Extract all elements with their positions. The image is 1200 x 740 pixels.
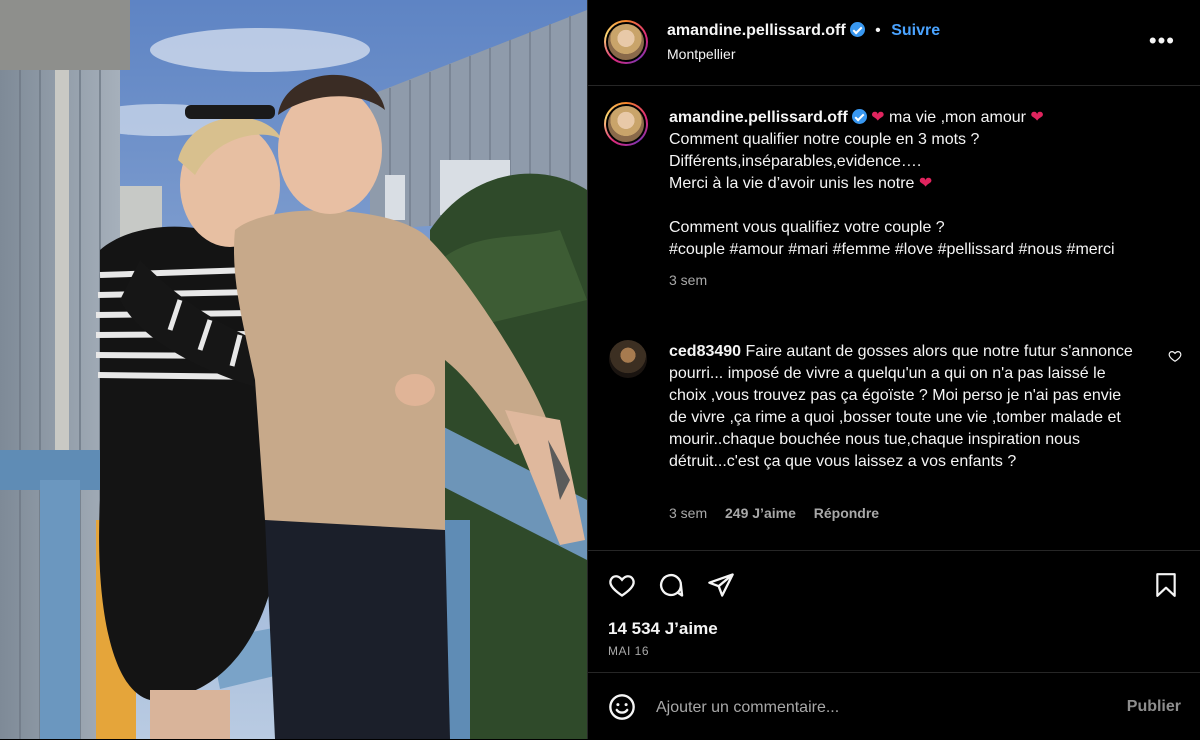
post-caption: amandine.pellissard.off ❤ ma vie ,mon am… <box>669 107 1149 291</box>
comment-item: ced83490 Faire autant de gosses alors qu… <box>669 341 1139 473</box>
add-comment-bar: Ajouter un commentaire... Publier <box>588 672 1200 740</box>
caption-text-3: Différents,inséparables,evidence…. <box>669 153 922 170</box>
emoji-icon[interactable] <box>608 693 636 721</box>
post-detail-panel: amandine.pellissard.off • Suivre Montpel… <box>587 0 1200 739</box>
caption-text-2: Comment qualifier notre couple en 3 mots… <box>669 131 980 148</box>
more-options-icon[interactable]: ••• <box>1149 28 1175 54</box>
caption-hashtags[interactable]: #couple #amour #mari #femme #love #pelli… <box>669 239 1129 261</box>
post-photo[interactable] <box>0 0 587 739</box>
post-header: amandine.pellissard.off • Suivre Montpel… <box>588 0 1200 86</box>
author-username[interactable]: amandine.pellissard.off <box>667 22 846 39</box>
caption-text-4: Merci à la vie d’avoir unis les notre <box>669 175 915 192</box>
publish-button[interactable]: Publier <box>1127 698 1181 716</box>
separator-dot: • <box>875 22 881 39</box>
commenter-avatar[interactable] <box>609 340 647 378</box>
comment-heart-icon[interactable] <box>1168 349 1182 363</box>
comment-input[interactable]: Ajouter un commentaire... <box>656 699 839 717</box>
caption-author-avatar[interactable] <box>604 102 648 146</box>
author-line: amandine.pellissard.off • Suivre <box>667 22 940 40</box>
reply-button[interactable]: Répondre <box>814 505 879 521</box>
comment-time[interactable]: 3 sem <box>669 505 707 521</box>
comment-likes[interactable]: 249 J’aime <box>725 505 796 521</box>
red-heart-emoji-icon: ❤ <box>918 175 933 192</box>
heart-icon[interactable] <box>608 571 636 599</box>
verified-badge-icon <box>849 22 865 37</box>
caption-text-1: ma vie ,mon amour <box>889 109 1026 126</box>
caption-line-1: amandine.pellissard.off ❤ ma vie ,mon am… <box>669 107 1149 129</box>
caption-time[interactable]: 3 sem <box>669 269 1149 291</box>
share-icon[interactable] <box>707 571 735 599</box>
couple-photo-illustration <box>0 0 587 739</box>
comment-icon[interactable] <box>657 571 685 599</box>
caption-username[interactable]: amandine.pellissard.off <box>669 109 848 126</box>
comment-text: Faire autant de gosses alors que notre f… <box>669 343 1133 470</box>
caption-text-5: Comment vous qualifiez votre couple ? <box>669 219 945 236</box>
bookmark-icon[interactable] <box>1153 571 1179 599</box>
follow-button[interactable]: Suivre <box>891 22 940 39</box>
author-avatar[interactable] <box>604 20 648 64</box>
comment-meta: 3 sem 249 J’aime Répondre <box>669 505 879 521</box>
commenter-username[interactable]: ced83490 <box>669 343 741 360</box>
post-location[interactable]: Montpellier <box>667 46 735 62</box>
verified-badge-icon <box>851 109 867 124</box>
red-heart-emoji-icon: ❤ <box>1030 109 1044 126</box>
red-heart-emoji-icon: ❤ <box>871 109 885 126</box>
post-date[interactable]: MAI 16 <box>608 644 649 658</box>
caption-text-4-line: Merci à la vie d’avoir unis les notre ❤ <box>669 173 1149 195</box>
post-likes-count[interactable]: 14 534 J’aime <box>608 619 718 639</box>
